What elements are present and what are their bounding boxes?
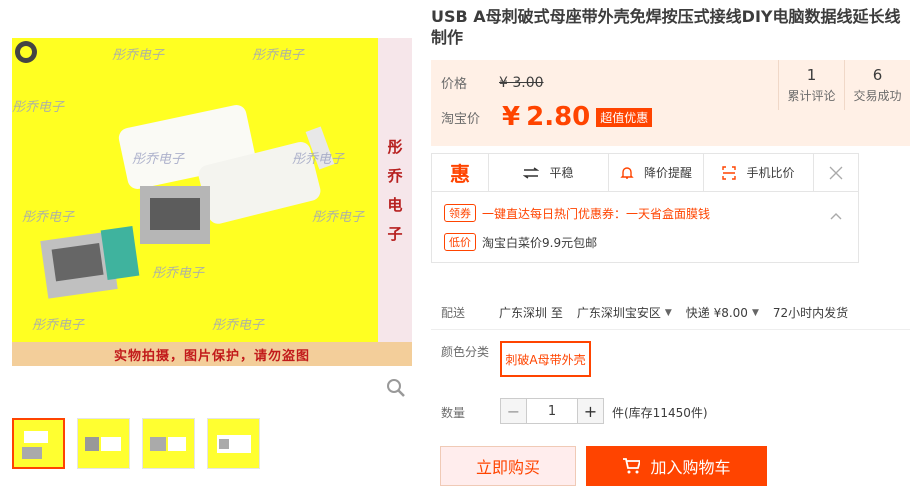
thumbnail[interactable] bbox=[207, 418, 260, 469]
quantity-stepper: − + bbox=[500, 398, 604, 424]
watermark: 彤乔电子 bbox=[152, 266, 205, 281]
sales-count-label: 交易成功 bbox=[853, 89, 902, 103]
caret-down-icon: ▼ bbox=[751, 307, 759, 318]
brand-char: 子 bbox=[387, 225, 403, 243]
price-panel: 价格 ¥ 3.00 淘宝价 ¥ 2.80 超值优惠 1 累计评论 6 交易成功 bbox=[431, 60, 910, 146]
deal-badge: 超值优惠 bbox=[596, 107, 653, 127]
coupon-item: 低价 淘宝白菜价9.9元包邮 bbox=[444, 233, 597, 251]
decrease-button[interactable]: − bbox=[500, 398, 527, 424]
increase-button[interactable]: + bbox=[577, 398, 604, 424]
stock-info: 件(库存11450件) bbox=[612, 406, 708, 420]
thumbnail[interactable] bbox=[142, 418, 195, 469]
zoom-icon[interactable] bbox=[386, 378, 406, 398]
mobile-compare-label: 手机比价 bbox=[746, 166, 795, 180]
add-to-cart-label: 加入购物车 bbox=[650, 458, 731, 477]
image-banner: 实物拍摄，图片保护，请勿盗图 bbox=[12, 342, 412, 366]
product-title: USB A母刺破式母座带外壳免焊按压式接线DIY电脑数据线延长线制作 bbox=[431, 7, 901, 47]
review-count[interactable]: 1 累计评论 bbox=[778, 60, 844, 110]
sales-count-value: 6 bbox=[872, 66, 883, 84]
watermark: 彤乔电子 bbox=[292, 152, 345, 167]
watermark: 彤乔电子 bbox=[32, 318, 85, 333]
quantity-input[interactable] bbox=[527, 398, 577, 424]
watermark: 彤乔电子 bbox=[312, 210, 365, 225]
cart-icon bbox=[623, 458, 641, 474]
ship-time: 72小时内发货 bbox=[772, 306, 849, 320]
price-trend-label: 平稳 bbox=[549, 166, 574, 180]
watermark: 彤乔电子 bbox=[22, 210, 75, 225]
brand-char: 电 bbox=[387, 196, 403, 214]
bell-icon bbox=[620, 166, 634, 179]
price-alert-button[interactable]: 降价提醒 bbox=[609, 154, 704, 191]
chevron-up-icon[interactable] bbox=[830, 212, 842, 220]
lowprice-tag: 低价 bbox=[444, 233, 476, 251]
sales-stats: 1 累计评论 6 交易成功 bbox=[778, 60, 910, 110]
delivery-row: 配送 广东深圳 至 广东深圳宝安区 ▼ 快递 ¥8.00 ▼ 72小时内发货 bbox=[441, 304, 862, 321]
promo-price-symbol: ¥ bbox=[502, 102, 521, 132]
delivery-destination[interactable]: 广东深圳宝安区 ▼ bbox=[577, 304, 672, 321]
brand-char: 乔 bbox=[387, 167, 403, 185]
watermark: 彤乔电子 bbox=[12, 100, 65, 115]
watermark: 彤乔电子 bbox=[132, 152, 185, 167]
promotion-panel: 惠 平稳 降价提醒 手机比价 领券 一键直达每日热门优惠券：一天省盒面膜钱 低价 bbox=[431, 153, 859, 263]
scan-icon bbox=[722, 165, 737, 180]
buy-now-button[interactable]: 立即购买 bbox=[440, 446, 576, 486]
divider bbox=[431, 329, 910, 330]
thumbnail[interactable] bbox=[77, 418, 130, 469]
caret-down-icon: ▼ bbox=[664, 307, 672, 318]
color-label: 颜色分类 bbox=[441, 345, 490, 359]
destination-text: 广东深圳宝安区 bbox=[576, 306, 661, 320]
original-price: ¥ 3.00 bbox=[499, 74, 544, 91]
delivery-label: 配送 bbox=[441, 306, 466, 320]
shipping-fee[interactable]: 快递 ¥8.00 ▼ bbox=[686, 304, 759, 321]
watermark: 彤乔电子 bbox=[252, 48, 305, 63]
brand-char: 彤 bbox=[387, 138, 403, 156]
original-price-label: 价格 bbox=[441, 77, 468, 92]
quantity-label: 数量 bbox=[441, 406, 466, 420]
thumbnail[interactable] bbox=[12, 418, 65, 469]
promo-price: 2.80 bbox=[526, 102, 591, 132]
review-count-label: 累计评论 bbox=[787, 89, 836, 103]
price-trend-button[interactable]: 平稳 bbox=[489, 154, 609, 191]
review-count-value: 1 bbox=[806, 66, 817, 84]
thumbnail-strip bbox=[12, 418, 260, 469]
watermark: 彤乔电子 bbox=[112, 48, 165, 63]
watermark: 彤乔电子 bbox=[212, 318, 265, 333]
shipping-fee-text: 快递 ¥8.00 bbox=[685, 306, 748, 320]
color-option[interactable]: 刺破A母带外壳 bbox=[500, 341, 591, 377]
add-to-cart-button[interactable]: 加入购物车 bbox=[586, 446, 767, 486]
price-alert-label: 降价提醒 bbox=[643, 166, 692, 180]
product-page: 彤乔电子 彤乔电子 彤乔电子 彤乔电子 彤乔电子 彤乔电子 彤乔电子 彤乔电子 … bbox=[0, 0, 923, 492]
lowprice-text: 淘宝白菜价9.9元包邮 bbox=[482, 235, 598, 250]
mobile-compare-button[interactable]: 手机比价 bbox=[704, 154, 814, 191]
close-icon bbox=[829, 166, 843, 179]
arrows-icon bbox=[523, 166, 540, 179]
close-button[interactable] bbox=[814, 154, 858, 191]
promo-toolbar: 惠 平稳 降价提醒 手机比价 bbox=[432, 154, 858, 192]
coupon-tag: 领券 bbox=[444, 204, 476, 222]
main-product-image[interactable]: 彤乔电子 彤乔电子 彤乔电子 彤乔电子 彤乔电子 彤乔电子 彤乔电子 彤乔电子 … bbox=[12, 38, 412, 366]
coupon-item[interactable]: 领券 一键直达每日热门优惠券：一天省盒面膜钱 bbox=[444, 204, 710, 222]
coupon-text[interactable]: 一键直达每日热门优惠券：一天省盒面膜钱 bbox=[482, 205, 710, 222]
sales-count: 6 交易成功 bbox=[844, 60, 910, 110]
delivery-from: 广东深圳 至 bbox=[499, 306, 563, 320]
brand-side-panel: 彤 乔 电 子 bbox=[378, 38, 412, 342]
hui-badge: 惠 bbox=[432, 154, 489, 191]
promo-price-label: 淘宝价 bbox=[441, 111, 481, 127]
